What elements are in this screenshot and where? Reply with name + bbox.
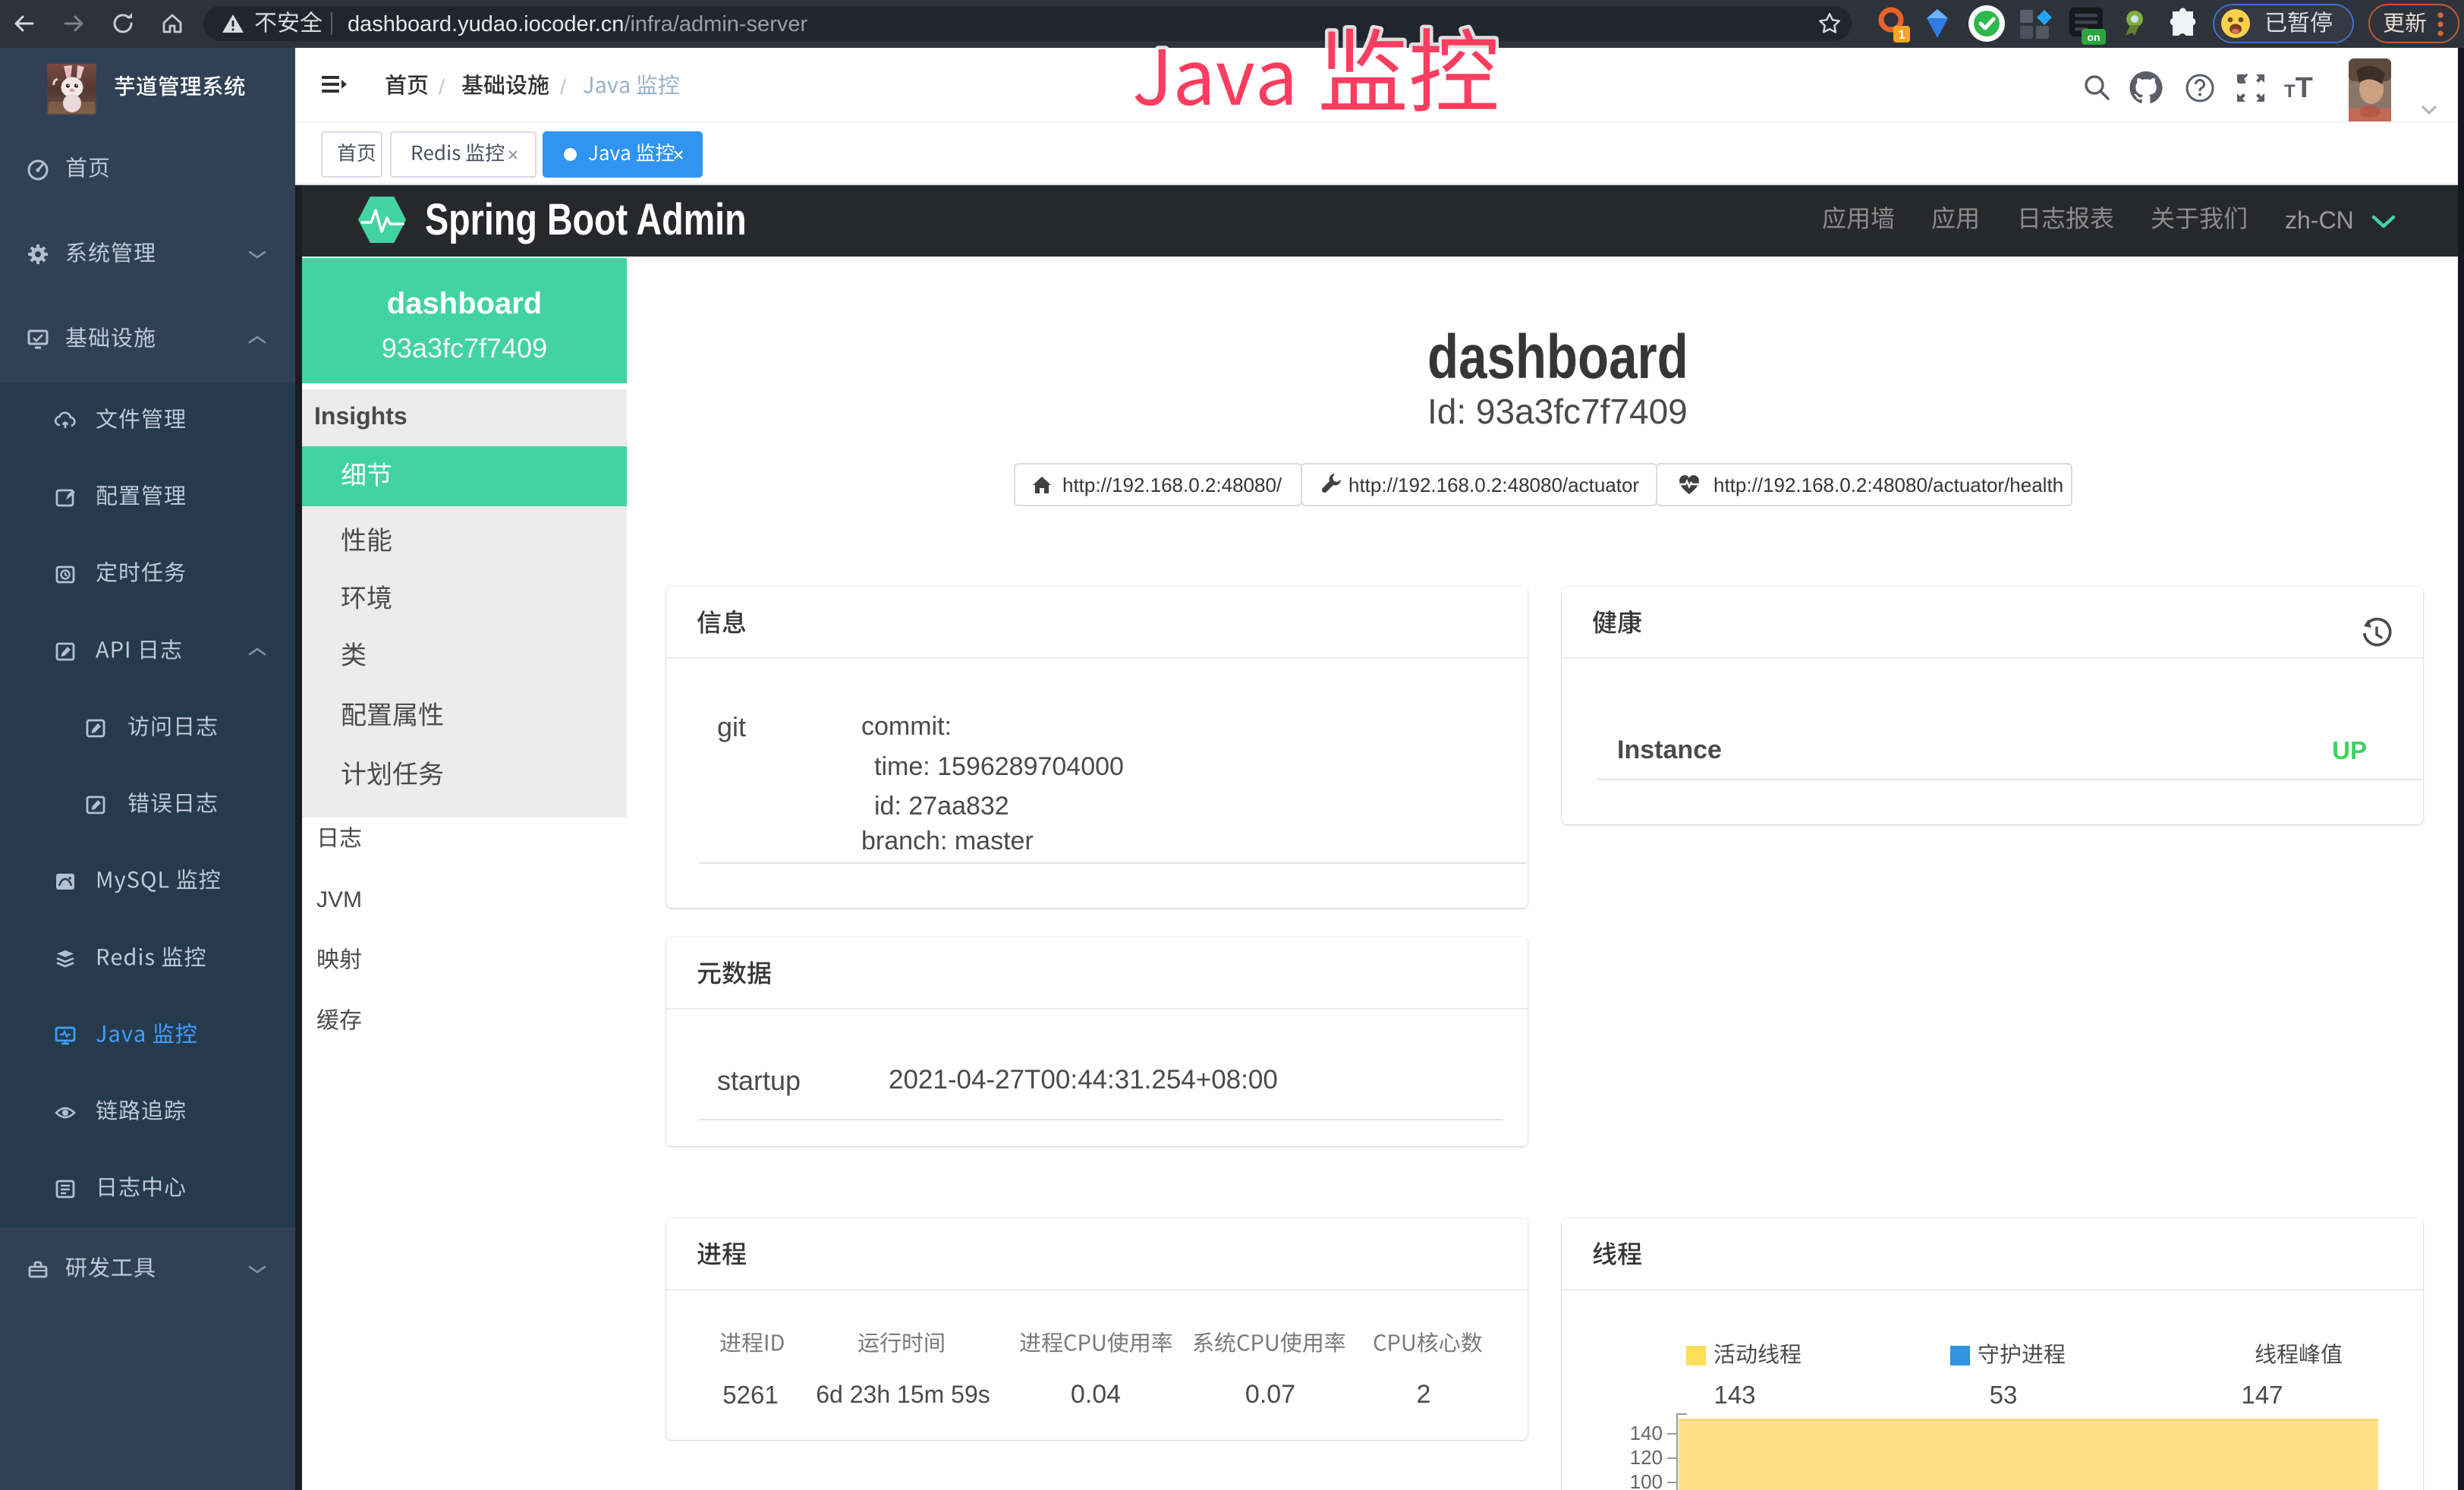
svg-text:on: on (2087, 31, 2100, 43)
svg-text:1: 1 (1899, 29, 1905, 42)
